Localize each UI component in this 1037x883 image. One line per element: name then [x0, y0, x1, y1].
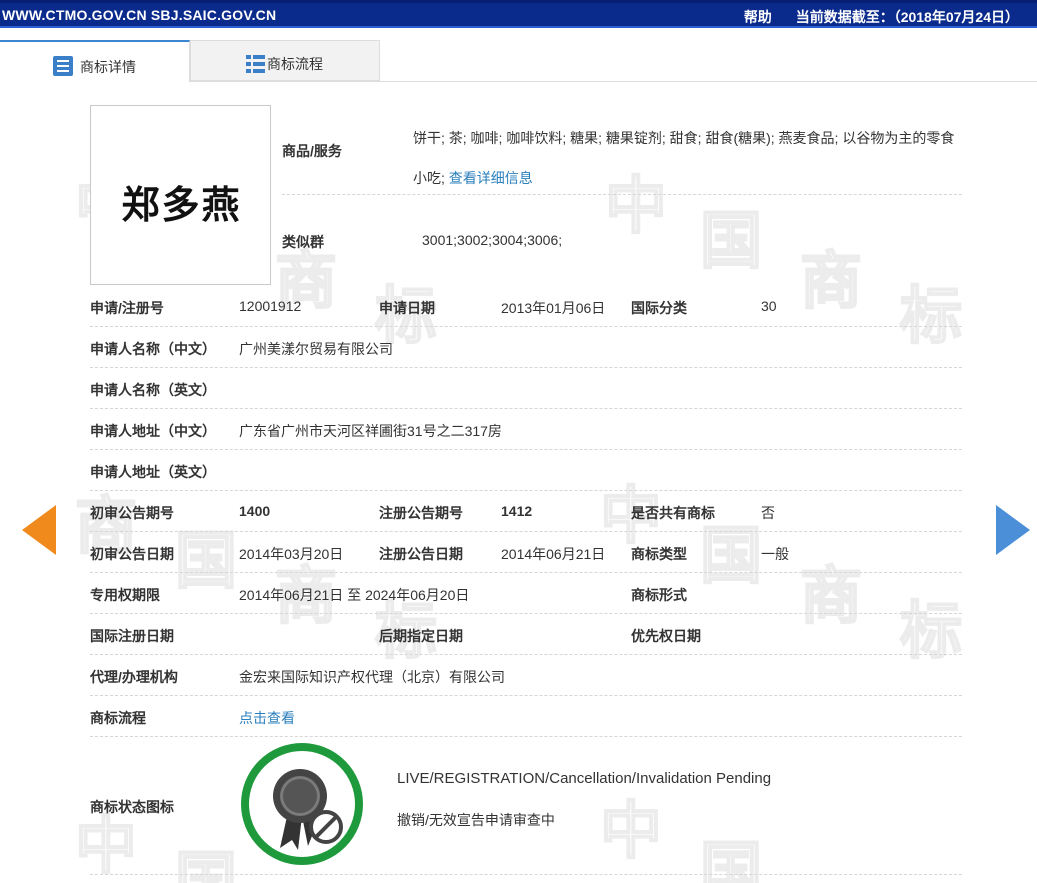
flow-label: 商标流程: [90, 710, 146, 726]
watermark-char: 中: [599, 793, 663, 868]
trademark-mark-text: 郑多燕: [121, 182, 242, 227]
top-bar: WWW.CTMO.GOV.CN SBJ.SAIC.GOV.CN 帮助 当前数据截…: [0, 0, 1037, 28]
address-en-label: 申请人地址（英文）: [90, 464, 216, 480]
watermark-char: 标: [899, 278, 963, 353]
divider: [90, 736, 962, 737]
tab-bar: 商标详情 商标流程: [0, 40, 1037, 82]
shared-label: 是否共有商标: [631, 505, 715, 521]
help-link[interactable]: 帮助: [744, 9, 772, 25]
exclusive-value: 2014年06月21日 至 2024年06月20日: [239, 587, 470, 603]
divider: [90, 367, 962, 368]
document-list-icon: [53, 56, 73, 76]
reg-no-label: 申请/注册号: [90, 300, 164, 316]
site-domains: WWW.CTMO.GOV.CN SBJ.SAIC.GOV.CN: [2, 7, 277, 23]
status-cn-text: 撤销/无效宣告申请审查中: [397, 812, 555, 828]
divider: [90, 874, 962, 875]
divider: [90, 408, 962, 409]
applicant-cn-value: 广州美漾尔贸易有限公司: [239, 341, 393, 357]
applicant-en-label: 申请人名称（英文）: [90, 382, 216, 398]
intl-reg-date-label: 国际注册日期: [90, 628, 174, 644]
reg-no-value: 12001912: [239, 298, 302, 314]
watermark-char: 商: [799, 558, 863, 633]
apply-date-value: 2013年01月06日: [501, 300, 606, 316]
tab-label: 商标流程: [267, 56, 323, 72]
watermark-char: 国: [174, 843, 238, 883]
prev-arrow[interactable]: [22, 505, 56, 555]
prelim-no-label: 初审公告期号: [90, 505, 174, 521]
goods-label: 商品/服务: [282, 143, 342, 159]
reg-pub-date-label: 注册公告日期: [379, 546, 463, 562]
divider: [90, 695, 962, 696]
prelim-date-label: 初审公告日期: [90, 546, 174, 562]
tab-trademark-flow[interactable]: 商标流程: [190, 40, 380, 81]
address-cn-value: 广东省广州市天河区祥圃街31号之二317房: [239, 423, 502, 439]
similar-group-label: 类似群: [282, 234, 324, 250]
next-arrow[interactable]: [996, 505, 1030, 555]
tm-form-label: 商标形式: [631, 587, 687, 603]
divider: [90, 572, 962, 573]
trademark-image: 郑多燕: [90, 105, 271, 285]
flow-view-link[interactable]: 点击查看: [239, 708, 295, 728]
divider: [90, 531, 962, 532]
reg-pub-date-value: 2014年06月21日: [501, 546, 606, 562]
status-label: 商标状态图标: [90, 799, 174, 815]
divider: [90, 449, 962, 450]
agent-label: 代理/办理机构: [90, 669, 178, 685]
agent-value: 金宏来国际知识产权代理（北京）有限公司: [239, 669, 505, 685]
watermark-char: 标: [899, 593, 963, 668]
address-cn-label: 申请人地址（中文）: [90, 423, 216, 439]
watermark-char: 国: [699, 203, 763, 278]
prelim-no-value: 1400: [239, 503, 271, 519]
reg-pub-no-label: 注册公告期号: [379, 505, 463, 521]
apply-date-label: 申请日期: [379, 300, 435, 316]
divider: [90, 654, 962, 655]
divider: [282, 194, 962, 195]
goods-text: 饼干; 茶; 咖啡; 咖啡饮料; 糖果; 糖果锭剂; 甜食; 甜食(糖果); 燕…: [413, 118, 958, 198]
data-cutoff-text: 当前数据截至：（2018年07月24日）: [795, 9, 1019, 25]
divider: [90, 326, 962, 327]
tm-type-label: 商标类型: [631, 546, 687, 562]
shared-value: 否: [761, 505, 775, 521]
priority-date-label: 优先权日期: [631, 628, 701, 644]
later-date-label: 后期指定日期: [379, 628, 463, 644]
divider: [90, 613, 962, 614]
applicant-cn-label: 申请人名称（中文）: [90, 341, 216, 357]
tm-type-value: 一般: [761, 546, 789, 562]
grid-list-icon: [246, 55, 265, 73]
exclusive-label: 专用权期限: [90, 587, 160, 603]
prelim-date-value: 2014年03月20日: [239, 546, 344, 562]
top-bar-right: 帮助 当前数据截至：（2018年07月24日）: [744, 7, 1019, 27]
intl-class-value: 30: [761, 298, 777, 314]
tab-trademark-detail[interactable]: 商标详情: [0, 40, 190, 82]
award-badge-cancel-icon: [241, 743, 363, 865]
divider: [90, 490, 962, 491]
similar-group-value: 3001;3002;3004;3006;: [422, 232, 563, 248]
watermark-char: 国: [174, 523, 238, 598]
reg-pub-no-value: 1412: [501, 503, 533, 519]
tab-label: 商标详情: [80, 59, 136, 75]
status-en-text: LIVE/REGISTRATION/Cancellation/Invalidat…: [397, 770, 772, 787]
watermark-char: 商: [799, 243, 863, 318]
goods-detail-link[interactable]: 查看详细信息: [449, 170, 533, 186]
intl-class-label: 国际分类: [631, 300, 687, 316]
